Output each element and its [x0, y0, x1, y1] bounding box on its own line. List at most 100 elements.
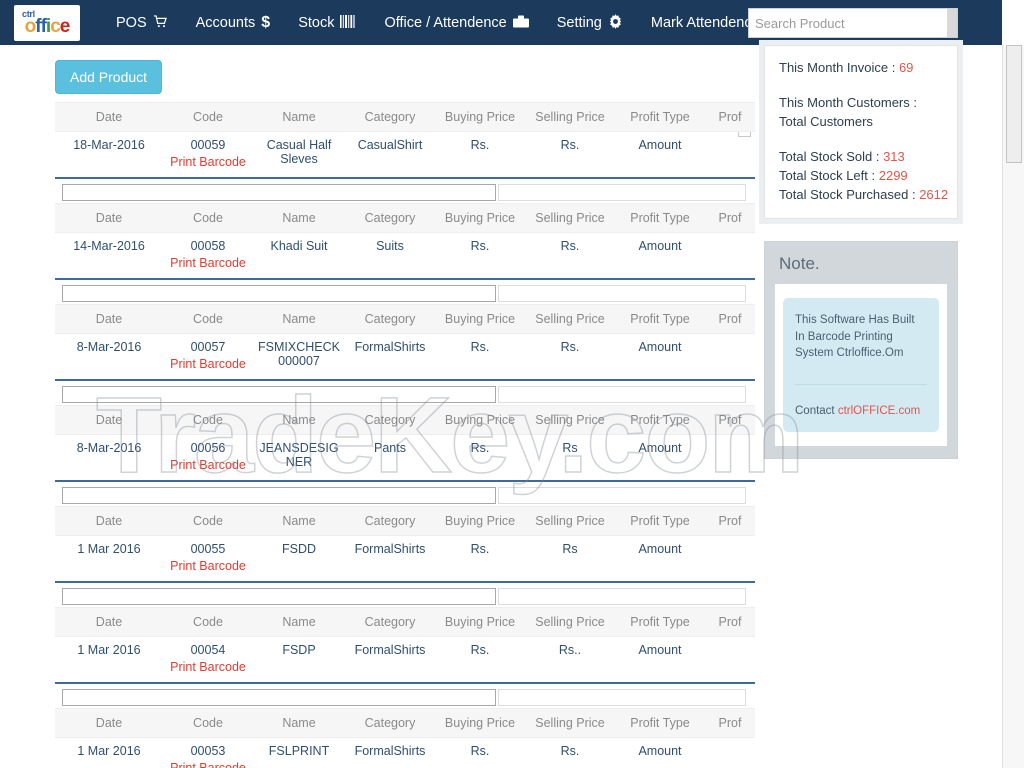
print-barcode-link[interactable]: Print Barcode [165, 660, 251, 674]
col-header-selling-price[interactable]: Selling Price [525, 102, 615, 132]
col-header-buying-price[interactable]: Buying Price [435, 708, 525, 738]
stat-value: 2299 [878, 168, 908, 183]
table-row[interactable]: 1 Mar 2016 00053 Print Barcode FSLPRINT … [55, 738, 755, 768]
add-product-button[interactable]: Add Product [55, 60, 163, 94]
table-row[interactable]: 1 Mar 2016 00055 Print Barcode FSDD Form… [55, 536, 755, 576]
row-separator-input-right[interactable] [498, 588, 746, 605]
col-header-category[interactable]: Category [345, 506, 435, 536]
col-header-profit[interactable]: Prof [705, 506, 755, 536]
col-header-date[interactable]: Date [55, 607, 163, 637]
col-header-profit-type[interactable]: Profit Type [615, 304, 705, 334]
table-row[interactable]: 18-Mar-2016 00059 Print Barcode Casual H… [55, 132, 755, 172]
col-header-buying-price[interactable]: Buying Price [435, 203, 525, 233]
col-header-profit-type[interactable]: Profit Type [615, 102, 705, 132]
col-header-name[interactable]: Name [253, 304, 345, 334]
col-header-category[interactable]: Category [345, 708, 435, 738]
col-header-code[interactable]: Code [163, 607, 253, 637]
print-barcode-link[interactable]: Print Barcode [165, 559, 251, 573]
col-header-name[interactable]: Name [253, 708, 345, 738]
col-header-profit[interactable]: Prof [705, 607, 755, 637]
col-header-code[interactable]: Code [163, 203, 253, 233]
row-separator-input-left[interactable] [62, 689, 496, 706]
row-separator-input-right[interactable] [498, 285, 746, 302]
col-header-buying-price[interactable]: Buying Price [435, 304, 525, 334]
col-header-category[interactable]: Category [345, 102, 435, 132]
col-header-selling-price[interactable]: Selling Price [525, 506, 615, 536]
col-header-profit[interactable]: Prof [705, 304, 755, 334]
row-separator-input-right[interactable] [498, 386, 746, 403]
col-header-name[interactable]: Name [253, 405, 345, 435]
nav-item-pos[interactable]: POS [102, 0, 182, 45]
col-header-buying-price[interactable]: Buying Price [435, 506, 525, 536]
print-barcode-link[interactable]: Print Barcode [165, 761, 251, 768]
print-barcode-link[interactable]: Print Barcode [165, 458, 251, 472]
col-header-profit-type[interactable]: Profit Type [615, 506, 705, 536]
col-header-selling-price[interactable]: Selling Price [525, 405, 615, 435]
col-header-date[interactable]: Date [55, 203, 163, 233]
col-header-category[interactable]: Category [345, 607, 435, 637]
row-separator-input-left[interactable] [62, 184, 496, 201]
table-row[interactable]: 1 Mar 2016 00054 Print Barcode FSDP Form… [55, 637, 755, 677]
col-header-category[interactable]: Category [345, 203, 435, 233]
row-separator-input-right[interactable] [498, 689, 746, 706]
row-separator-input-right[interactable] [498, 487, 746, 504]
row-separator-input-left[interactable] [62, 487, 496, 504]
col-header-buying-price[interactable]: Buying Price [435, 405, 525, 435]
col-header-date[interactable]: Date [55, 102, 163, 132]
col-header-selling-price[interactable]: Selling Price [525, 304, 615, 334]
col-header-date[interactable]: Date [55, 304, 163, 334]
print-barcode-link[interactable]: Print Barcode [165, 357, 251, 371]
search-product-box[interactable] [748, 8, 958, 38]
col-header-buying-price[interactable]: Buying Price [435, 607, 525, 637]
col-header-code[interactable]: Code [163, 102, 253, 132]
row-separator-input-left[interactable] [62, 285, 496, 302]
nav-item-setting[interactable]: Setting [543, 0, 637, 45]
col-header-category[interactable]: Category [345, 405, 435, 435]
col-header-profit[interactable]: Prof [705, 203, 755, 233]
table-row[interactable]: 8-Mar-2016 00056 Print Barcode JEANSDESI… [55, 435, 755, 475]
col-header-profit[interactable]: Prof [705, 708, 755, 738]
col-header-profit-type[interactable]: Profit Type [615, 708, 705, 738]
table-row[interactable]: 14-Mar-2016 00058 Print Barcode Khadi Su… [55, 233, 755, 273]
col-header-code[interactable]: Code [163, 708, 253, 738]
row-separator-input-left[interactable] [62, 386, 496, 403]
col-header-name[interactable]: Name [253, 506, 345, 536]
row-separator-input-right[interactable] [498, 184, 746, 201]
col-header-selling-price[interactable]: Selling Price [525, 203, 615, 233]
col-header-code[interactable]: Code [163, 506, 253, 536]
col-header-profit[interactable]: Prof [705, 405, 755, 435]
cell-category: Suits [376, 239, 404, 253]
col-header-date[interactable]: Date [55, 405, 163, 435]
col-header-profit-type[interactable]: Profit Type [615, 405, 705, 435]
nav-item-accounts[interactable]: Accounts $ [182, 0, 285, 45]
app-logo[interactable]: ctrl office [14, 4, 80, 41]
nav-item-office-attendence[interactable]: Office / Attendence [370, 0, 542, 45]
row-separator-input-left[interactable] [62, 588, 496, 605]
col-header-name[interactable]: Name [253, 203, 345, 233]
col-header-code[interactable]: Code [163, 304, 253, 334]
table-row[interactable]: 8-Mar-2016 00057 Print Barcode FSMIXCHEC… [55, 334, 755, 374]
col-header-name[interactable]: Name [253, 102, 345, 132]
col-header-selling-price[interactable]: Selling Price [525, 607, 615, 637]
col-header-date[interactable]: Date [55, 506, 163, 536]
stat-value: 2612 [919, 187, 949, 202]
cell-selling-price: Rs [562, 542, 578, 556]
col-header-name[interactable]: Name [253, 607, 345, 637]
col-header-code[interactable]: Code [163, 405, 253, 435]
search-input[interactable] [749, 10, 939, 36]
col-header-date[interactable]: Date [55, 708, 163, 738]
note-contact-brand-link[interactable]: ctrlOFFICE.com [838, 405, 920, 417]
col-header-selling-price[interactable]: Selling Price [525, 708, 615, 738]
col-header-profit[interactable]: Prof [705, 102, 755, 132]
col-header-buying-price[interactable]: Buying Price [435, 102, 525, 132]
col-header-profit-type[interactable]: Profit Type [615, 607, 705, 637]
col-header-profit-type[interactable]: Profit Type [615, 203, 705, 233]
print-barcode-link[interactable]: Print Barcode [165, 155, 251, 169]
nav-item-stock[interactable]: Stock [284, 0, 370, 45]
page-vertical-scrollbar[interactable] [1002, 45, 1024, 768]
page-vertical-scrollbar-thumb[interactable] [1006, 45, 1022, 163]
search-grip-handle[interactable] [947, 9, 957, 37]
print-barcode-link[interactable]: Print Barcode [165, 256, 251, 270]
cell-category: FormalShirts [354, 744, 426, 758]
col-header-category[interactable]: Category [345, 304, 435, 334]
